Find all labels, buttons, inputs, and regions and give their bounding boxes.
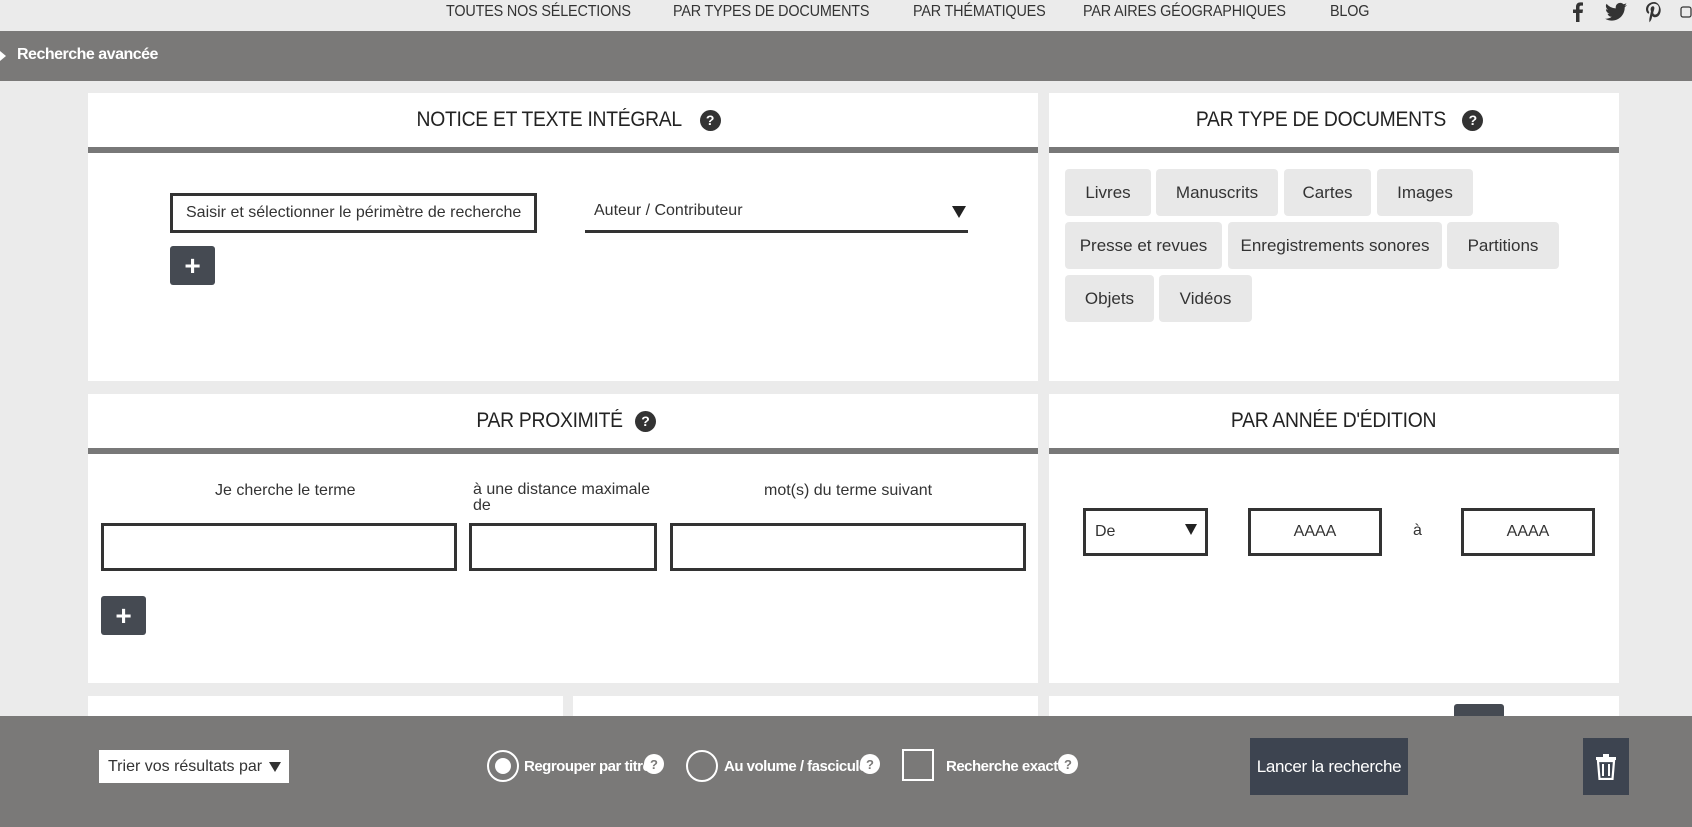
notice-panel: NOTICE ET TEXTE INTÉGRAL ? Saisir et sél… <box>88 93 1038 381</box>
next-term-input[interactable] <box>670 523 1026 571</box>
add-proximity-button[interactable]: + <box>101 596 146 635</box>
year-mode-value: De <box>1095 523 1116 540</box>
doctype-images-button[interactable]: Images <box>1377 169 1473 216</box>
clear-search-button[interactable] <box>1583 738 1629 795</box>
doctypes-panel-title: PAR TYPE DE DOCUMENTS <box>1195 108 1446 131</box>
group-by-title-label[interactable]: Regrouper par titre <box>524 758 651 775</box>
facebook-icon[interactable] <box>1566 0 1590 24</box>
field-select[interactable]: Auteur / Contributeur <box>585 193 968 233</box>
breadcrumb-arrow-icon <box>0 51 6 61</box>
chevron-down-icon <box>1185 524 1197 535</box>
doctype-maps-button[interactable]: Cartes <box>1284 169 1371 216</box>
instagram-icon[interactable] <box>1680 0 1692 24</box>
add-criterion-button[interactable]: + <box>170 246 215 285</box>
next-term-label: mot(s) du terme suivant <box>764 482 933 499</box>
launch-search-button[interactable]: Lancer la recherche <box>1250 738 1408 795</box>
nav-link-themes[interactable]: PAR THÉMATIQUES <box>913 3 1046 21</box>
doctypes-panel-header: PAR TYPE DE DOCUMENTS ? <box>1049 93 1619 153</box>
notice-panel-title: NOTICE ET TEXTE INTÉGRAL <box>416 108 683 131</box>
trash-icon <box>1596 753 1616 780</box>
top-navigation: TOUTES NOS SÉLECTIONS PAR TYPES DE DOCUM… <box>0 0 1692 31</box>
by-volume-radio[interactable] <box>686 750 718 782</box>
year-from-input[interactable]: AAAA <box>1248 508 1382 556</box>
distance-label: à une distance maximale de <box>473 481 650 514</box>
doctype-videos-button[interactable]: Vidéos <box>1159 275 1252 322</box>
help-icon[interactable]: ? <box>644 754 664 774</box>
proximity-panel: PAR PROXIMITÉ ? Je cherche le terme à un… <box>88 394 1038 683</box>
chevron-down-icon <box>269 762 281 772</box>
help-icon[interactable]: ? <box>1058 754 1078 774</box>
nav-link-document-types[interactable]: PAR TYPES DE DOCUMENTS <box>673 3 870 21</box>
nav-link-geographic-areas[interactable]: PAR AIRES GÉOGRAPHIQUES <box>1083 3 1286 21</box>
doctype-objects-button[interactable]: Objets <box>1065 275 1154 322</box>
term-input[interactable] <box>101 523 457 571</box>
group-by-title-radio[interactable] <box>487 750 519 782</box>
notice-panel-header: NOTICE ET TEXTE INTÉGRAL ? <box>88 93 1038 153</box>
year-to-input[interactable]: AAAA <box>1461 508 1595 556</box>
year-to-placeholder: AAAA <box>1506 523 1550 540</box>
doctype-recordings-button[interactable]: Enregistrements sonores <box>1228 222 1442 269</box>
help-icon[interactable]: ? <box>860 754 880 774</box>
doctype-manuscripts-button[interactable]: Manuscrits <box>1156 169 1278 216</box>
by-volume-label[interactable]: Au volume / fascicule <box>724 758 867 775</box>
help-icon[interactable]: ? <box>1462 109 1484 131</box>
distance-input[interactable] <box>469 523 657 571</box>
year-panel-title: PAR ANNÉE D'ÉDITION <box>1231 409 1437 432</box>
chevron-down-icon <box>952 206 966 218</box>
pinterest-icon[interactable] <box>1642 0 1666 24</box>
term-label: Je cherche le terme <box>215 482 356 499</box>
year-panel-header: PAR ANNÉE D'ÉDITION <box>1049 394 1619 454</box>
proximity-panel-title: PAR PROXIMITÉ <box>476 409 623 432</box>
nav-link-selections[interactable]: TOUTES NOS SÉLECTIONS <box>446 3 631 21</box>
nav-link-blog[interactable]: BLOG <box>1330 3 1369 21</box>
breadcrumb-bar: Recherche avancée <box>0 31 1692 81</box>
help-icon[interactable]: ? <box>635 410 657 432</box>
exact-search-label[interactable]: Recherche exacte <box>946 758 1066 775</box>
year-panel: PAR ANNÉE D'ÉDITION De AAAA à AAAA <box>1049 394 1619 683</box>
doctype-books-button[interactable]: Livres <box>1065 169 1151 216</box>
sort-select-label: Trier vos résultats par <box>108 757 263 775</box>
sort-select[interactable]: Trier vos résultats par <box>99 750 289 783</box>
nav-links: TOUTES NOS SÉLECTIONS PAR TYPES DE DOCUM… <box>446 3 1374 21</box>
doctype-press-button[interactable]: Presse et revues <box>1065 222 1222 269</box>
radio-selected-dot <box>495 758 511 774</box>
scope-input[interactable]: Saisir et sélectionner le périmètre de r… <box>170 193 537 233</box>
exact-search-checkbox[interactable] <box>902 749 934 781</box>
proximity-panel-header: PAR PROXIMITÉ ? <box>88 394 1038 454</box>
bottom-action-bar: Trier vos résultats par Regrouper par ti… <box>0 716 1692 827</box>
doctype-scores-button[interactable]: Partitions <box>1447 222 1559 269</box>
doctypes-panel: PAR TYPE DE DOCUMENTS ? Livres Manuscrit… <box>1049 93 1619 381</box>
field-select-value: Auteur / Contributeur <box>594 202 743 219</box>
scope-input-placeholder: Saisir et sélectionner le périmètre de r… <box>186 204 522 221</box>
year-mode-select[interactable]: De <box>1083 508 1208 556</box>
year-from-placeholder: AAAA <box>1293 523 1337 540</box>
social-links <box>1566 0 1692 24</box>
breadcrumb[interactable]: Recherche avancée <box>17 46 158 64</box>
year-separator: à <box>1413 522 1422 539</box>
twitter-icon[interactable] <box>1604 0 1628 24</box>
help-icon[interactable]: ? <box>699 109 721 131</box>
